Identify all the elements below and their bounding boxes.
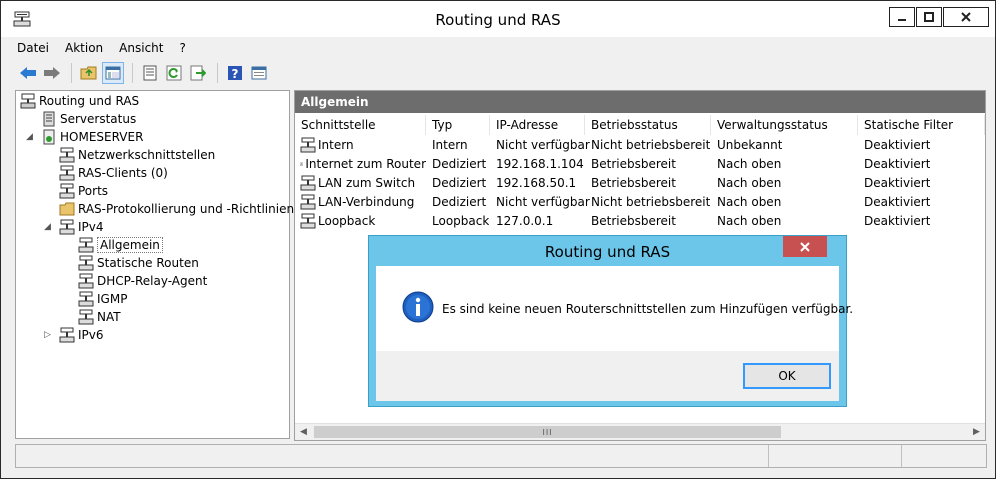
svg-text:?: ? (232, 67, 239, 81)
refresh-button[interactable] (163, 62, 185, 84)
interface-icon (300, 137, 316, 153)
scroll-left-icon[interactable]: ◀ (295, 424, 312, 440)
properties-icon (143, 65, 157, 81)
export-button[interactable] (187, 62, 209, 84)
tree-item-ports[interactable]: Ports (59, 182, 108, 200)
toolbar-separator (132, 63, 133, 83)
static-routes-icon (78, 255, 94, 271)
tree-item-statische-routen[interactable]: Statische Routen (78, 254, 199, 272)
tree-item-netzwerkschnittstellen[interactable]: Netzwerkschnittstellen (59, 146, 215, 164)
routing-server-icon (20, 93, 36, 109)
dialog-close-button[interactable] (783, 236, 827, 257)
general-icon (78, 237, 94, 253)
menu-bar: Datei Aktion Ansicht ? (9, 39, 194, 59)
column-header-ip-adresse[interactable]: IP-Adresse (490, 115, 585, 135)
toolbar-separator (71, 63, 72, 83)
nat-icon (78, 309, 94, 325)
toolbar-separator (217, 63, 218, 83)
minimize-icon (898, 19, 906, 21)
tree-item-allgemein[interactable]: Allgemein (78, 236, 163, 254)
ipv4-icon (59, 219, 75, 235)
folder-up-icon (80, 66, 97, 80)
igmp-icon (78, 291, 94, 307)
close-button[interactable] (943, 7, 989, 27)
console-icon (251, 66, 267, 80)
dialog-footer: OK (376, 351, 839, 401)
status-segment (16, 445, 769, 467)
close-icon (800, 241, 810, 252)
tree-item-ipv6[interactable]: ▷ IPv6 (44, 326, 104, 344)
message-dialog: Routing und RAS Es sind keine neuen Rout… (368, 235, 853, 407)
close-icon (961, 12, 971, 22)
show-tree-button[interactable] (102, 62, 124, 84)
refresh-icon (166, 65, 182, 81)
properties-button[interactable] (139, 62, 161, 84)
minimize-button[interactable] (889, 7, 915, 27)
scrollbar-thumb[interactable]: III (314, 426, 781, 438)
interface-icon (300, 213, 316, 229)
menu-aktion[interactable]: Aktion (57, 39, 111, 59)
column-header-schnittstelle[interactable]: Schnittstelle (295, 115, 426, 135)
horizontal-scrollbar[interactable]: ◀ III ▶ (295, 423, 985, 440)
back-button[interactable] (17, 62, 39, 84)
tree-item-ipv4[interactable]: ◢ IPv4 (44, 218, 104, 236)
title-bar: Routing und RAS (1, 1, 995, 37)
server-icon (43, 129, 55, 145)
status-segment (902, 445, 986, 467)
export-icon (190, 65, 206, 81)
tree-item-igmp[interactable]: IGMP (78, 290, 127, 308)
menu-help[interactable]: ? (171, 39, 193, 59)
console-button[interactable] (248, 62, 270, 84)
collapse-arrow-icon[interactable]: ◢ (26, 132, 36, 142)
show-tree-icon (105, 66, 121, 80)
result-pane-header: Allgemein (295, 91, 985, 113)
forward-button[interactable] (41, 62, 63, 84)
up-folder-button[interactable] (78, 62, 100, 84)
forward-arrow-icon (44, 67, 60, 79)
network-interface-icon (59, 147, 75, 163)
ports-icon (59, 183, 75, 199)
menu-datei[interactable]: Datei (9, 39, 57, 59)
status-segment (769, 445, 902, 467)
info-icon (402, 291, 434, 323)
tree-item-ras-protokollierung[interactable]: RAS-Protokollierung und -Richtlinien (59, 200, 294, 218)
interface-icon (300, 194, 316, 210)
collapse-arrow-icon[interactable]: ◢ (44, 222, 54, 232)
maximize-icon (924, 12, 934, 22)
tree-item-serverstatus[interactable]: Serverstatus (41, 110, 136, 128)
window-title: Routing und RAS (435, 11, 561, 29)
dialog-message: Es sind keine neuen Routerschnittstellen… (442, 302, 854, 316)
tree-item-homeserver[interactable]: ◢ HOMESERVER (26, 128, 143, 146)
interface-icon (300, 162, 304, 166)
scroll-right-icon[interactable]: ▶ (968, 424, 985, 440)
dialog-body: Es sind keine neuen Routerschnittstellen… (376, 266, 853, 351)
dialog-title: Routing und RAS (544, 243, 671, 261)
interface-icon (300, 175, 316, 191)
tree-item-ras-clients[interactable]: RAS-Clients (0) (59, 164, 168, 182)
tree-item-dhcp-relay[interactable]: DHCP-Relay-Agent (78, 272, 207, 290)
column-header-betriebsstatus[interactable]: Betriebsstatus (585, 115, 711, 135)
back-arrow-icon (20, 67, 36, 79)
column-header-typ[interactable]: Typ (426, 115, 490, 135)
ok-button[interactable]: OK (743, 363, 831, 389)
expand-arrow-icon[interactable]: ▷ (44, 330, 54, 340)
tree-item-nat[interactable]: NAT (78, 308, 121, 326)
column-header-statische-filter[interactable]: Statische Filter (858, 115, 985, 135)
help-icon: ? (228, 66, 242, 81)
toolbar: ? (17, 61, 272, 85)
server-status-icon (43, 111, 55, 127)
folder-icon (59, 202, 75, 216)
dhcp-relay-icon (78, 273, 94, 289)
ras-clients-icon (59, 165, 75, 181)
menu-ansicht[interactable]: Ansicht (111, 39, 171, 59)
column-header-verwaltungsstatus[interactable]: Verwaltungsstatus (711, 115, 858, 135)
help-button[interactable]: ? (224, 62, 246, 84)
ipv6-icon (59, 327, 75, 343)
tree-item-root[interactable]: Routing und RAS (20, 92, 139, 110)
console-tree: Routing und RAS Serverstatus ◢ HOMESERVE… (15, 90, 294, 439)
status-bar (15, 444, 987, 468)
maximize-button[interactable] (916, 7, 942, 27)
